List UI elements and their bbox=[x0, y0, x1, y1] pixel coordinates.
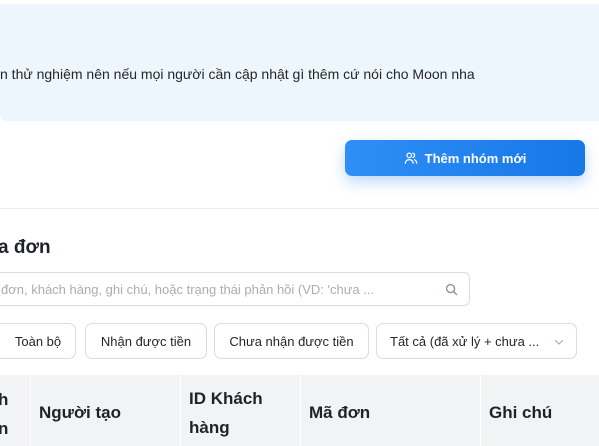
divider bbox=[0, 208, 599, 209]
column-header-creator[interactable]: Người tạo bbox=[31, 375, 181, 446]
notice-text: n thử nghiệm nên nếu mọi người cần cập n… bbox=[0, 66, 475, 82]
filter-not-received-label: Chưa nhận được tiền bbox=[229, 333, 354, 349]
search-input[interactable] bbox=[0, 272, 435, 306]
filter-received-label: Nhận được tiền bbox=[100, 333, 192, 349]
users-icon bbox=[404, 152, 417, 164]
column-header-customer-id[interactable]: ID Khách hàng bbox=[181, 375, 301, 446]
search-button[interactable] bbox=[434, 272, 470, 306]
add-group-button[interactable]: Thêm nhóm mới bbox=[345, 140, 585, 176]
status-select-value: Tất cả (đã xử lý + chưa ... bbox=[390, 333, 540, 349]
search-icon bbox=[445, 283, 458, 295]
column-header-order-code[interactable]: Mã đơn bbox=[301, 375, 481, 446]
filter-all-button[interactable]: Toàn bộ bbox=[0, 323, 76, 359]
column-header-partial[interactable]: h n bbox=[0, 375, 31, 446]
column-header-line: ID Khách bbox=[189, 389, 263, 408]
status-select[interactable]: Tất cả (đã xử lý + chưa ... bbox=[376, 323, 577, 359]
column-header-label: Ghi chú bbox=[489, 403, 553, 422]
notice-banner: n thử nghiệm nên nếu mọi người cần cập n… bbox=[0, 4, 599, 121]
column-header-label: Người tạo bbox=[39, 403, 122, 422]
filter-received-button[interactable]: Nhận được tiền bbox=[85, 323, 207, 359]
page: n thử nghiệm nên nếu mọi người cần cập n… bbox=[0, 0, 599, 446]
column-header-note[interactable]: Ghi chú bbox=[481, 375, 599, 446]
filter-not-received-button[interactable]: Chưa nhận được tiền bbox=[214, 323, 369, 359]
section-title: a đơn bbox=[0, 237, 51, 258]
column-header-line: n bbox=[0, 419, 9, 438]
add-group-label: Thêm nhóm mới bbox=[424, 150, 527, 166]
chevron-down-icon bbox=[554, 339, 564, 345]
column-header-line: hàng bbox=[189, 418, 230, 437]
filter-all-label: Toàn bộ bbox=[14, 333, 62, 349]
column-header-line: h bbox=[0, 390, 9, 409]
column-header-label: Mã đơn bbox=[309, 403, 371, 422]
